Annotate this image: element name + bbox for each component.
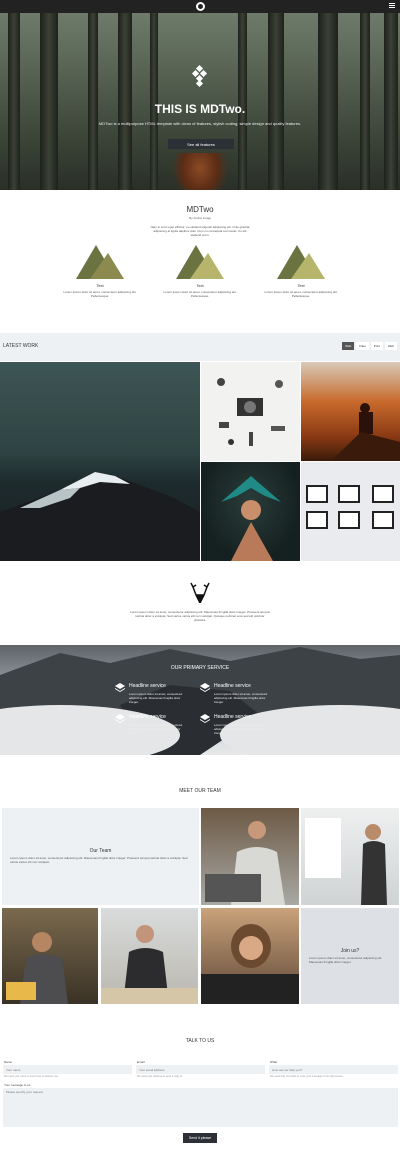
service-desc: Lorem ipsum dolor sit amet, consectetur … [214,692,268,704]
feature-desc: Lorem ipsum dolor sit amet, consectetur … [163,290,237,298]
flat-lay-photo[interactable] [201,362,300,461]
diamond-logo-icon [191,64,208,88]
join-text: Lorem ipsum dolor sit amet, consectetur … [309,956,383,964]
team-card-title: Our Team [89,848,112,854]
join-card: Join us? Lorem ipsum dolor sit amet, con… [301,908,399,1004]
what-hint: We need that, but helps to route your me… [270,1075,344,1078]
service-title: Headline service [214,683,251,689]
mountain-icon [277,245,325,279]
about-title: MDTwo [186,205,214,214]
name-input[interactable] [3,1065,132,1074]
headdress-photo[interactable] [201,462,300,561]
man-working-image [6,932,68,1004]
name-label: Name [4,1060,13,1064]
mountain-icon [76,245,124,279]
mountain-icon [176,245,224,279]
team-member-photo[interactable] [201,908,299,1004]
filter-tab[interactable]: Web [384,342,397,350]
service-title: Headline service [214,714,251,720]
sunset-photo[interactable] [301,362,400,461]
join-title: Join us? [340,948,360,954]
feature-desc: Lorem ipsum dolor sit amet, consectetur … [63,290,137,298]
headdress-portrait-image [221,476,281,561]
team-title: MEET OUR TEAM [179,788,221,794]
service-title: Headline service [129,683,166,689]
see-features-button[interactable]: See all features [168,139,234,149]
about-section: MDTwo By Andrei Iosagi Nam in enim eget … [0,205,400,237]
layers-icon [200,714,210,723]
filter-tab[interactable]: Files [356,342,369,350]
feature-card: Text Lorem ipsum dolor sit amet, consect… [160,243,240,298]
smiling-man-image [101,925,198,1004]
mountain-photo[interactable] [0,362,200,561]
camera-gear-image [217,378,285,446]
team-card-text: Lorem ipsum dolor sit amet, consectetur … [10,856,188,864]
filter-tab[interactable]: Print [370,342,383,350]
hiker-image [172,153,228,190]
send-button[interactable]: Send it please [183,1133,217,1143]
email-hint: We need your address to send a reply to. [137,1075,183,1078]
picture-frames-image [306,485,394,529]
layers-icon [115,683,125,692]
snow-peak-image [0,472,200,561]
team-member-photo[interactable] [2,908,98,1004]
contact-title: TALK TO US [185,1038,215,1044]
service-desc: Lorem ipsum dolor sit amet, consectetur … [129,692,183,704]
about-text: Nam in enim eget efficitur, eu eleifend … [150,225,250,237]
feature-desc: Lorem ipsum dolor sit amet, consectetur … [264,290,338,298]
quote-text: Lorem ipsum dolor sit amet, consectetur … [130,610,270,622]
services-section: OUR PRIMARY SERVICE Headline service Lor… [0,645,400,755]
team-member-photo[interactable] [201,808,299,905]
woman-portrait-image [201,924,299,1004]
what-label: What [270,1060,278,1064]
feature-title: Text [196,283,204,288]
mountain-fog-image [0,647,400,755]
top-bar [0,0,400,13]
hero-subtitle: MDTwo is a multipurpose HTML template wi… [98,121,302,126]
woman-whiteboard-image [305,818,387,905]
frames-photo[interactable] [301,462,400,561]
layers-icon [115,714,125,723]
work-filters: Web Files Print Web [342,342,397,350]
email-input[interactable] [136,1065,265,1074]
message-textarea[interactable] [3,1088,398,1127]
hero-section: THIS IS MDTwo. MDTwo is a multipurpose H… [0,13,400,190]
feature-title: Text [96,283,104,288]
team-member-photo[interactable] [101,908,198,1004]
service-title: Headline service [129,714,166,720]
feature-card: Text Lorem ipsum dolor sit amet, consect… [261,243,341,298]
filter-tab[interactable]: Web [342,342,355,350]
service-desc: Lorem ipsum dolor sit amet, consectetur … [214,723,268,735]
hero-title: THIS IS MDTwo. [154,102,246,116]
man-laptop-image [205,821,285,905]
what-input[interactable] [269,1065,398,1074]
layers-icon [200,683,210,692]
seated-person-image [331,403,400,461]
team-member-photo[interactable] [301,808,399,905]
feature-title: Text [297,283,305,288]
feature-card: Text Lorem ipsum dolor sit amet, consect… [60,243,140,298]
latest-work-label: LATEST WORK [3,343,39,349]
name-hint: We need your name to know how to address… [4,1075,59,1078]
team-card: Our Team Lorem ipsum dolor sit amet, con… [2,808,199,905]
latest-work-header: LATEST WORK Web Files Print Web [0,333,400,361]
services-title: OUR PRIMARY SERVICE [170,665,230,671]
hamburger-menu-icon[interactable] [389,3,395,9]
about-byline: By Andrei Iosagi [189,216,211,220]
brand-logo-icon[interactable] [195,2,205,11]
email-label: Email [137,1060,145,1064]
message-label: Your message to us [4,1083,31,1087]
service-desc: Lorem ipsum dolor sit amet, consectetur … [129,723,183,735]
deer-icon [190,582,210,603]
